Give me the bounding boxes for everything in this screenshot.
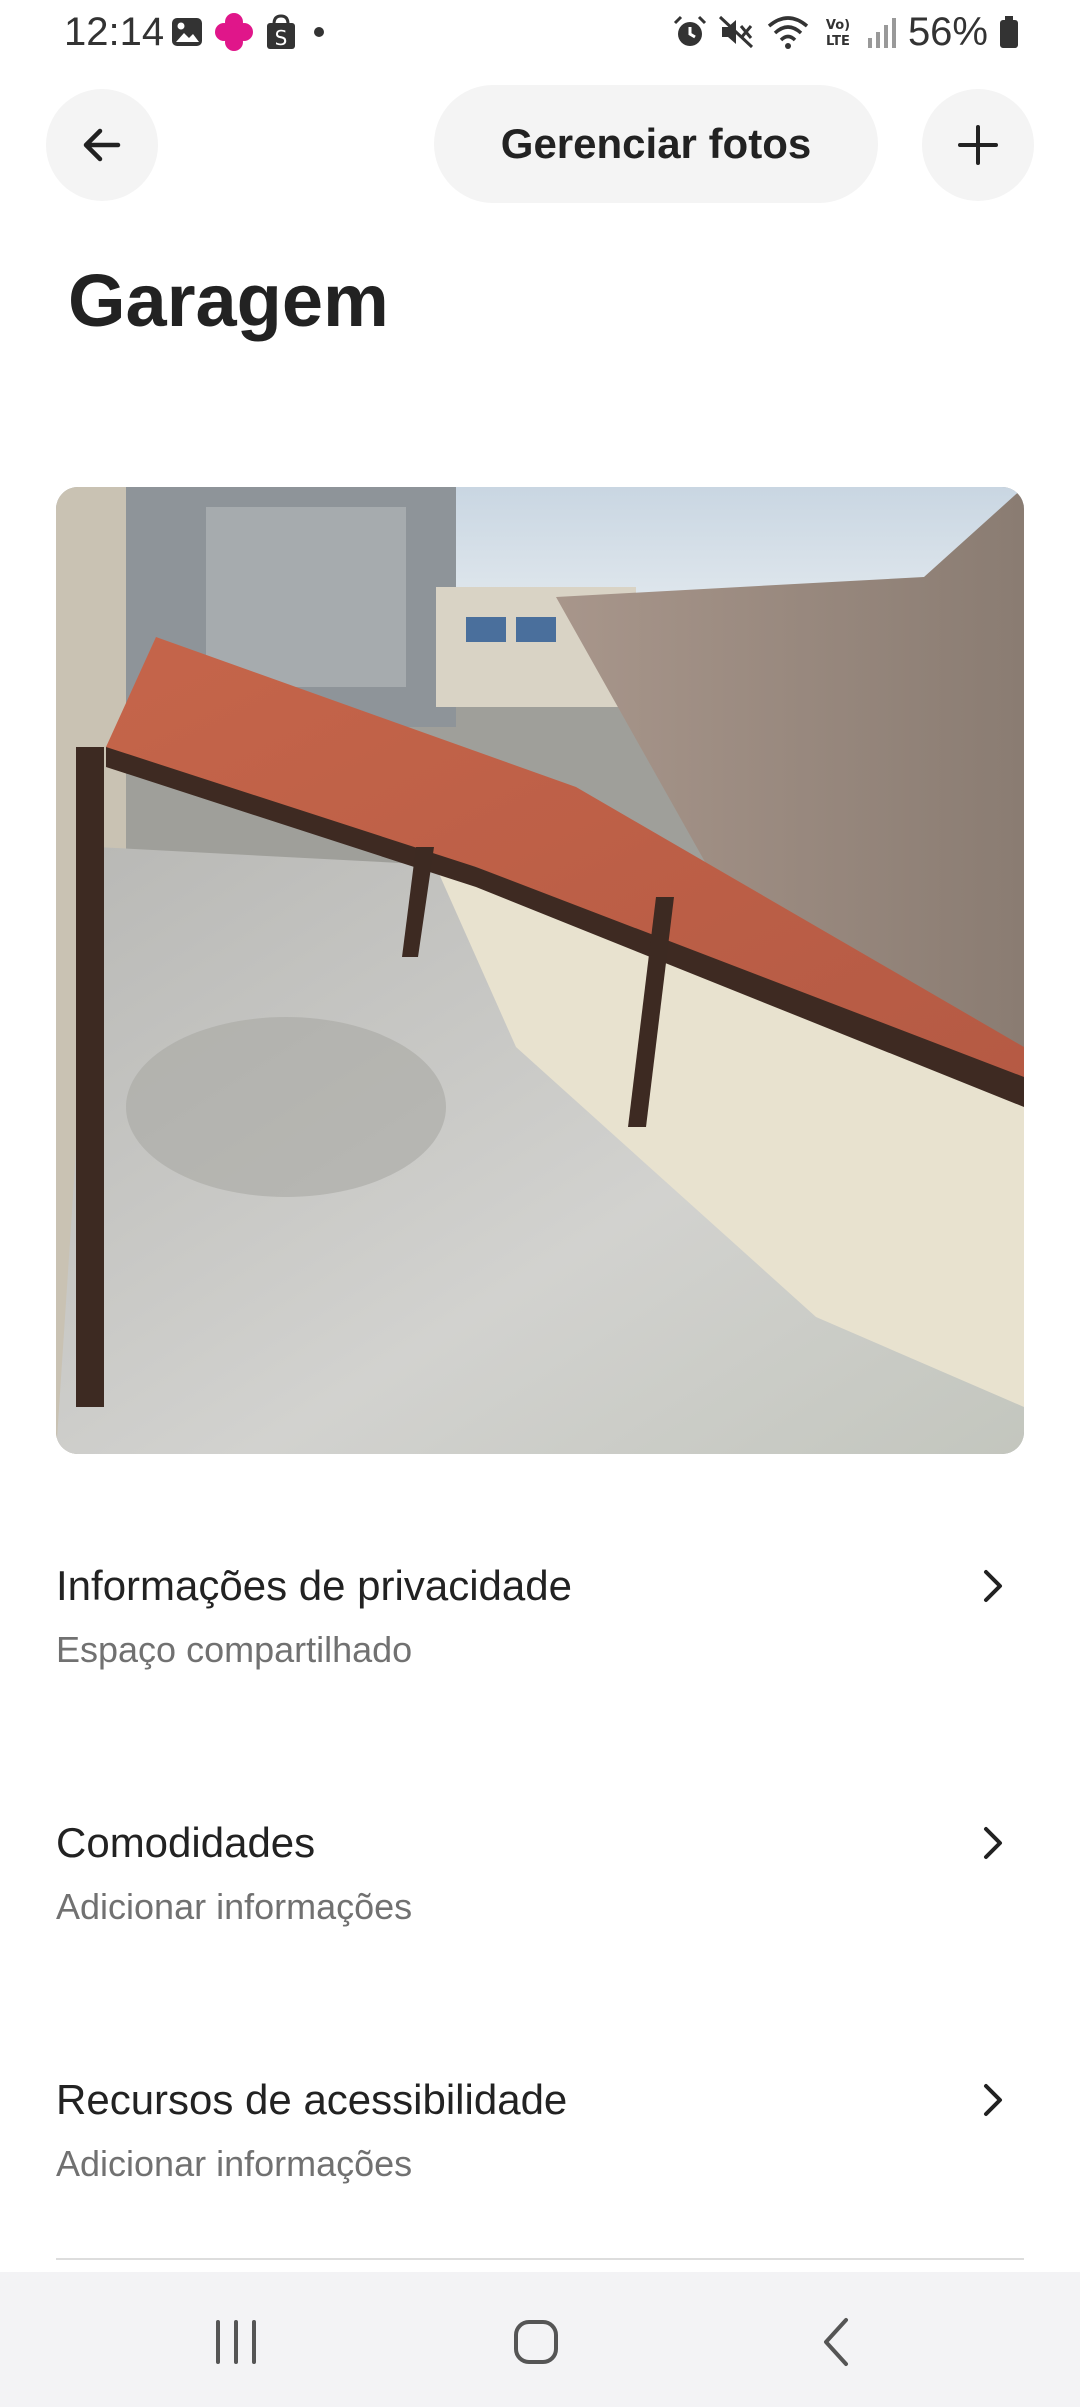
back-nav-button[interactable]: [798, 2302, 878, 2382]
recent-apps-button[interactable]: [196, 2302, 276, 2382]
app-flower-icon: [215, 13, 253, 51]
add-photo-button[interactable]: [922, 89, 1034, 201]
row-subtitle: Espaço compartilhado: [56, 1629, 413, 1670]
battery-percent: 56%: [907, 9, 988, 54]
row-title: Comodidades: [56, 1819, 316, 1866]
svg-text:S: S: [275, 26, 288, 50]
chevron-right-icon: [984, 1570, 1002, 1602]
volte-icon: Vo) LTE: [826, 18, 850, 49]
svg-text:Vo): Vo): [826, 18, 850, 33]
home-icon: [514, 2320, 558, 2364]
system-nav-bar: [0, 2272, 1080, 2407]
shopping-bag-icon: S: [267, 14, 295, 50]
status-time: 12:14: [64, 10, 165, 54]
status-right-icons: Vo) LTE 56%: [672, 6, 1020, 58]
plus-icon: [958, 125, 998, 165]
back-button[interactable]: [46, 89, 158, 201]
garage-photo-image: [56, 487, 1024, 1454]
arrow-left-icon: [83, 128, 121, 162]
row-subtitle: Adicionar informações: [56, 2143, 413, 2184]
room-photo[interactable]: [56, 487, 1024, 1454]
page-title: Garagem: [68, 259, 389, 342]
chevron-right-icon: [984, 2084, 1002, 2116]
dot-icon: [314, 27, 324, 37]
list-item-amenities[interactable]: Comodidades Adicionar informações: [56, 1815, 1024, 1965]
wifi-icon: [767, 16, 809, 49]
signal-icon: [867, 18, 896, 48]
battery-icon: [1000, 16, 1018, 48]
alarm-icon: [673, 15, 706, 46]
divider: [56, 2258, 1024, 2260]
status-bar: 12:14 S Vo) LTE 56%: [0, 0, 1080, 64]
row-title: Recursos de acessibilidade: [56, 2076, 568, 2123]
row-title: Informações de privacidade: [56, 1562, 572, 1609]
list-item-accessibility[interactable]: Recursos de acessibilidade Adicionar inf…: [56, 2072, 1024, 2222]
home-button[interactable]: [496, 2302, 576, 2382]
back-nav-icon: [824, 2318, 848, 2366]
row-subtitle: Adicionar informações: [56, 1886, 413, 1927]
svg-text:LTE: LTE: [826, 34, 850, 49]
mute-icon: [718, 15, 753, 49]
list-item-privacy[interactable]: Informações de privacidade Espaço compar…: [56, 1558, 1024, 1708]
notification-icons: S: [170, 12, 330, 52]
chevron-right-icon: [984, 1827, 1002, 1859]
manage-photos-button[interactable]: Gerenciar fotos: [434, 85, 878, 203]
recent-apps-icon: [216, 2320, 256, 2364]
image-icon: [172, 18, 202, 46]
